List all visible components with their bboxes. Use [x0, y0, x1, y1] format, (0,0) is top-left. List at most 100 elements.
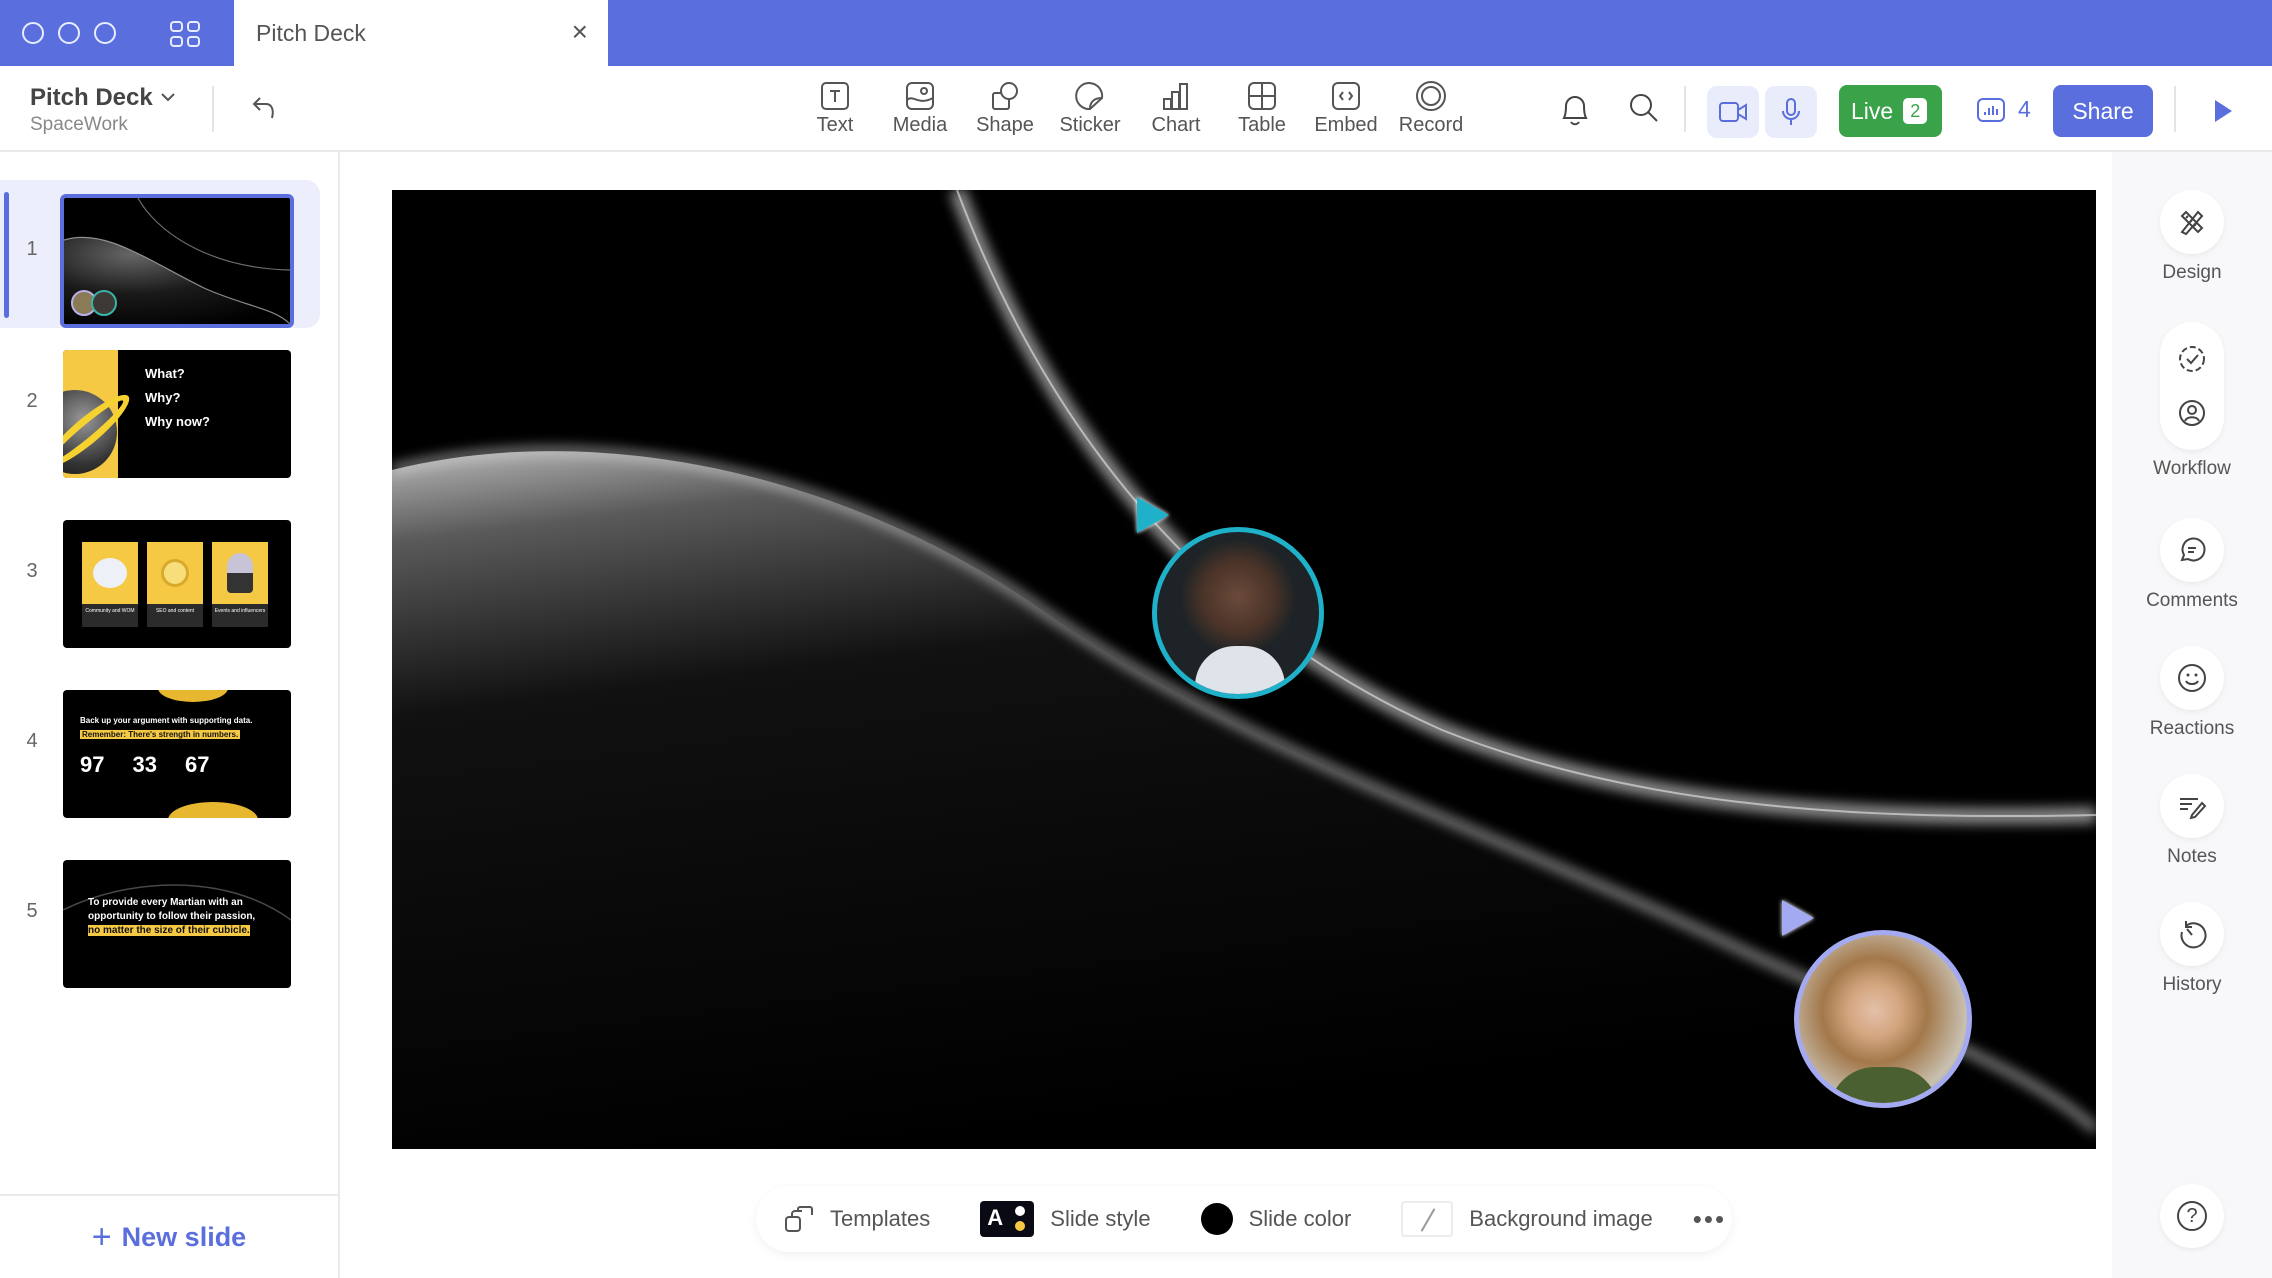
media-icon: [906, 82, 934, 110]
background-image-label: Background image: [1469, 1206, 1653, 1231]
no-image-icon: [1401, 1201, 1454, 1237]
tool-label: Shape: [976, 114, 1034, 136]
tool-label: Embed: [1314, 114, 1378, 136]
present-play-icon[interactable]: [2215, 100, 2232, 122]
thumb-text: To provide every Martian with an opportu…: [88, 897, 256, 922]
tool-embed[interactable]: Embed: [1304, 80, 1388, 137]
more-options-icon[interactable]: •••: [1693, 1204, 1726, 1235]
chevron-down-icon[interactable]: [160, 86, 176, 109]
tool-text[interactable]: Text: [793, 80, 877, 137]
live-count-badge: 2: [1903, 98, 1928, 124]
document-title[interactable]: Pitch Deck: [30, 84, 153, 112]
thumb-headline: Back up your argument with supporting da…: [80, 716, 253, 725]
slide-style-button[interactable]: A Slide style: [980, 1201, 1151, 1237]
tool-label: Record: [1398, 114, 1464, 136]
tool-label: Text: [816, 114, 854, 136]
slide-number: 1: [26, 238, 38, 260]
tool-media[interactable]: Media: [878, 80, 962, 137]
thumb-card-label: SEO and content: [155, 608, 195, 614]
search-icon[interactable]: [1628, 92, 1660, 129]
slide-thumbnail-3[interactable]: 3 Community and WOM SEO and content Even…: [0, 502, 320, 650]
active-indicator: [4, 192, 9, 318]
slide-thumbnail-4[interactable]: 4 Back up your argument with supporting …: [0, 672, 320, 820]
thumb-highlight: Remember: There's strength in numbers.: [80, 730, 241, 739]
tool-shape[interactable]: Shape: [963, 80, 1047, 137]
chart-icon: [1163, 83, 1188, 110]
slide-color-label: Slide color: [1248, 1206, 1352, 1231]
apps-grid-icon[interactable]: [170, 21, 200, 47]
slide-options-bar: Templates A Slide style Slide color Back…: [756, 1186, 1732, 1252]
tool-sticker[interactable]: Sticker: [1048, 80, 1132, 137]
camera-button[interactable]: [1707, 86, 1759, 138]
thumb-text: Why now?: [145, 414, 210, 429]
window-controls: [22, 22, 116, 44]
notes-icon: [2180, 798, 2207, 820]
thumb-card-label: Community and WOM: [85, 608, 135, 614]
microphone-button[interactable]: [1765, 86, 1817, 138]
bell-icon[interactable]: [1558, 92, 1592, 133]
analytics-button[interactable]: 4: [1976, 96, 2031, 123]
tool-label: Sticker: [1059, 114, 1121, 136]
window-close-button[interactable]: [22, 22, 44, 44]
title-bar: Pitch Deck ×: [0, 0, 2272, 66]
design-button[interactable]: Design: [2112, 190, 2272, 284]
templates-icon: [785, 1206, 813, 1232]
approval-check-icon: [2179, 346, 2205, 372]
tool-label: Media: [892, 114, 948, 136]
slide-canvas[interactable]: [392, 190, 2096, 1149]
tool-label: Table: [1238, 114, 1286, 136]
slide-thumbnail-5[interactable]: 5 To provide every Martian with an oppor…: [0, 842, 320, 990]
undo-icon[interactable]: [250, 92, 280, 122]
text-icon: [821, 82, 849, 110]
toolbar-divider: [1684, 86, 1686, 132]
thumb-text: Why?: [145, 390, 181, 405]
help-button[interactable]: ?: [2112, 1184, 2272, 1256]
new-slide-button[interactable]: + New slide: [0, 1194, 338, 1278]
user-circle-icon: [2179, 400, 2205, 426]
thumb-stat: 33: [132, 752, 157, 777]
share-button[interactable]: Share: [2053, 85, 2153, 137]
background-image-button[interactable]: Background image: [1401, 1201, 1653, 1237]
analytics-icon: [1977, 97, 2005, 122]
collaborator-cursor-icon: [1137, 497, 1169, 533]
close-icon[interactable]: ×: [572, 18, 588, 46]
live-button[interactable]: Live 2: [1839, 85, 1942, 137]
microphone-icon: [1782, 98, 1800, 125]
tool-chart[interactable]: Chart: [1134, 80, 1218, 137]
live-label: Live: [1851, 97, 1894, 124]
window-maximize-button[interactable]: [94, 22, 116, 44]
collaborator-video-1[interactable]: [1152, 527, 1324, 699]
tab-title: Pitch Deck: [256, 19, 366, 46]
slide-preview: Community and WOM SEO and content Events…: [63, 520, 291, 648]
thumb-card-label: Events and influencers: [214, 608, 266, 614]
style-letter: A: [987, 1205, 1004, 1230]
tool-table[interactable]: Table: [1220, 80, 1304, 137]
help-icon: ?: [2177, 1201, 2207, 1231]
slide-style-icon: A: [980, 1201, 1035, 1237]
slide-thumbnail-2[interactable]: 2 What? Why? Why now?: [0, 332, 320, 480]
comments-button[interactable]: Comments: [2112, 518, 2272, 612]
workflow-button[interactable]: Workflow: [2112, 322, 2272, 480]
notes-label: Notes: [2167, 846, 2217, 867]
window-minimize-button[interactable]: [58, 22, 80, 44]
embed-icon: [1332, 82, 1360, 110]
reactions-button[interactable]: Reactions: [2112, 646, 2272, 740]
color-swatch-icon: [1200, 1203, 1233, 1235]
comment-icon: [2180, 537, 2206, 562]
toolbar-divider: [212, 86, 214, 132]
templates-button[interactable]: Templates: [784, 1205, 930, 1233]
slide-color-button[interactable]: Slide color: [1200, 1203, 1352, 1235]
collaborator-cursor-icon: [1782, 900, 1814, 936]
record-icon: [1416, 81, 1446, 111]
comments-label: Comments: [2146, 590, 2238, 611]
top-toolbar: Pitch Deck SpaceWork Text Media Shape St…: [0, 66, 2272, 152]
tab-pitch-deck[interactable]: Pitch Deck ×: [234, 0, 608, 66]
notes-button[interactable]: Notes: [2112, 774, 2272, 868]
slide-number: 3: [26, 560, 38, 582]
slide-preview: Back up your argument with supporting da…: [63, 690, 291, 818]
thumb-highlight: no matter the size of their cubicle.: [88, 925, 250, 936]
collaborator-video-2[interactable]: [1794, 930, 1972, 1108]
slide-thumbnail-1[interactable]: 1: [0, 180, 320, 328]
history-button[interactable]: History: [2112, 902, 2272, 996]
tool-record[interactable]: Record: [1389, 80, 1473, 137]
